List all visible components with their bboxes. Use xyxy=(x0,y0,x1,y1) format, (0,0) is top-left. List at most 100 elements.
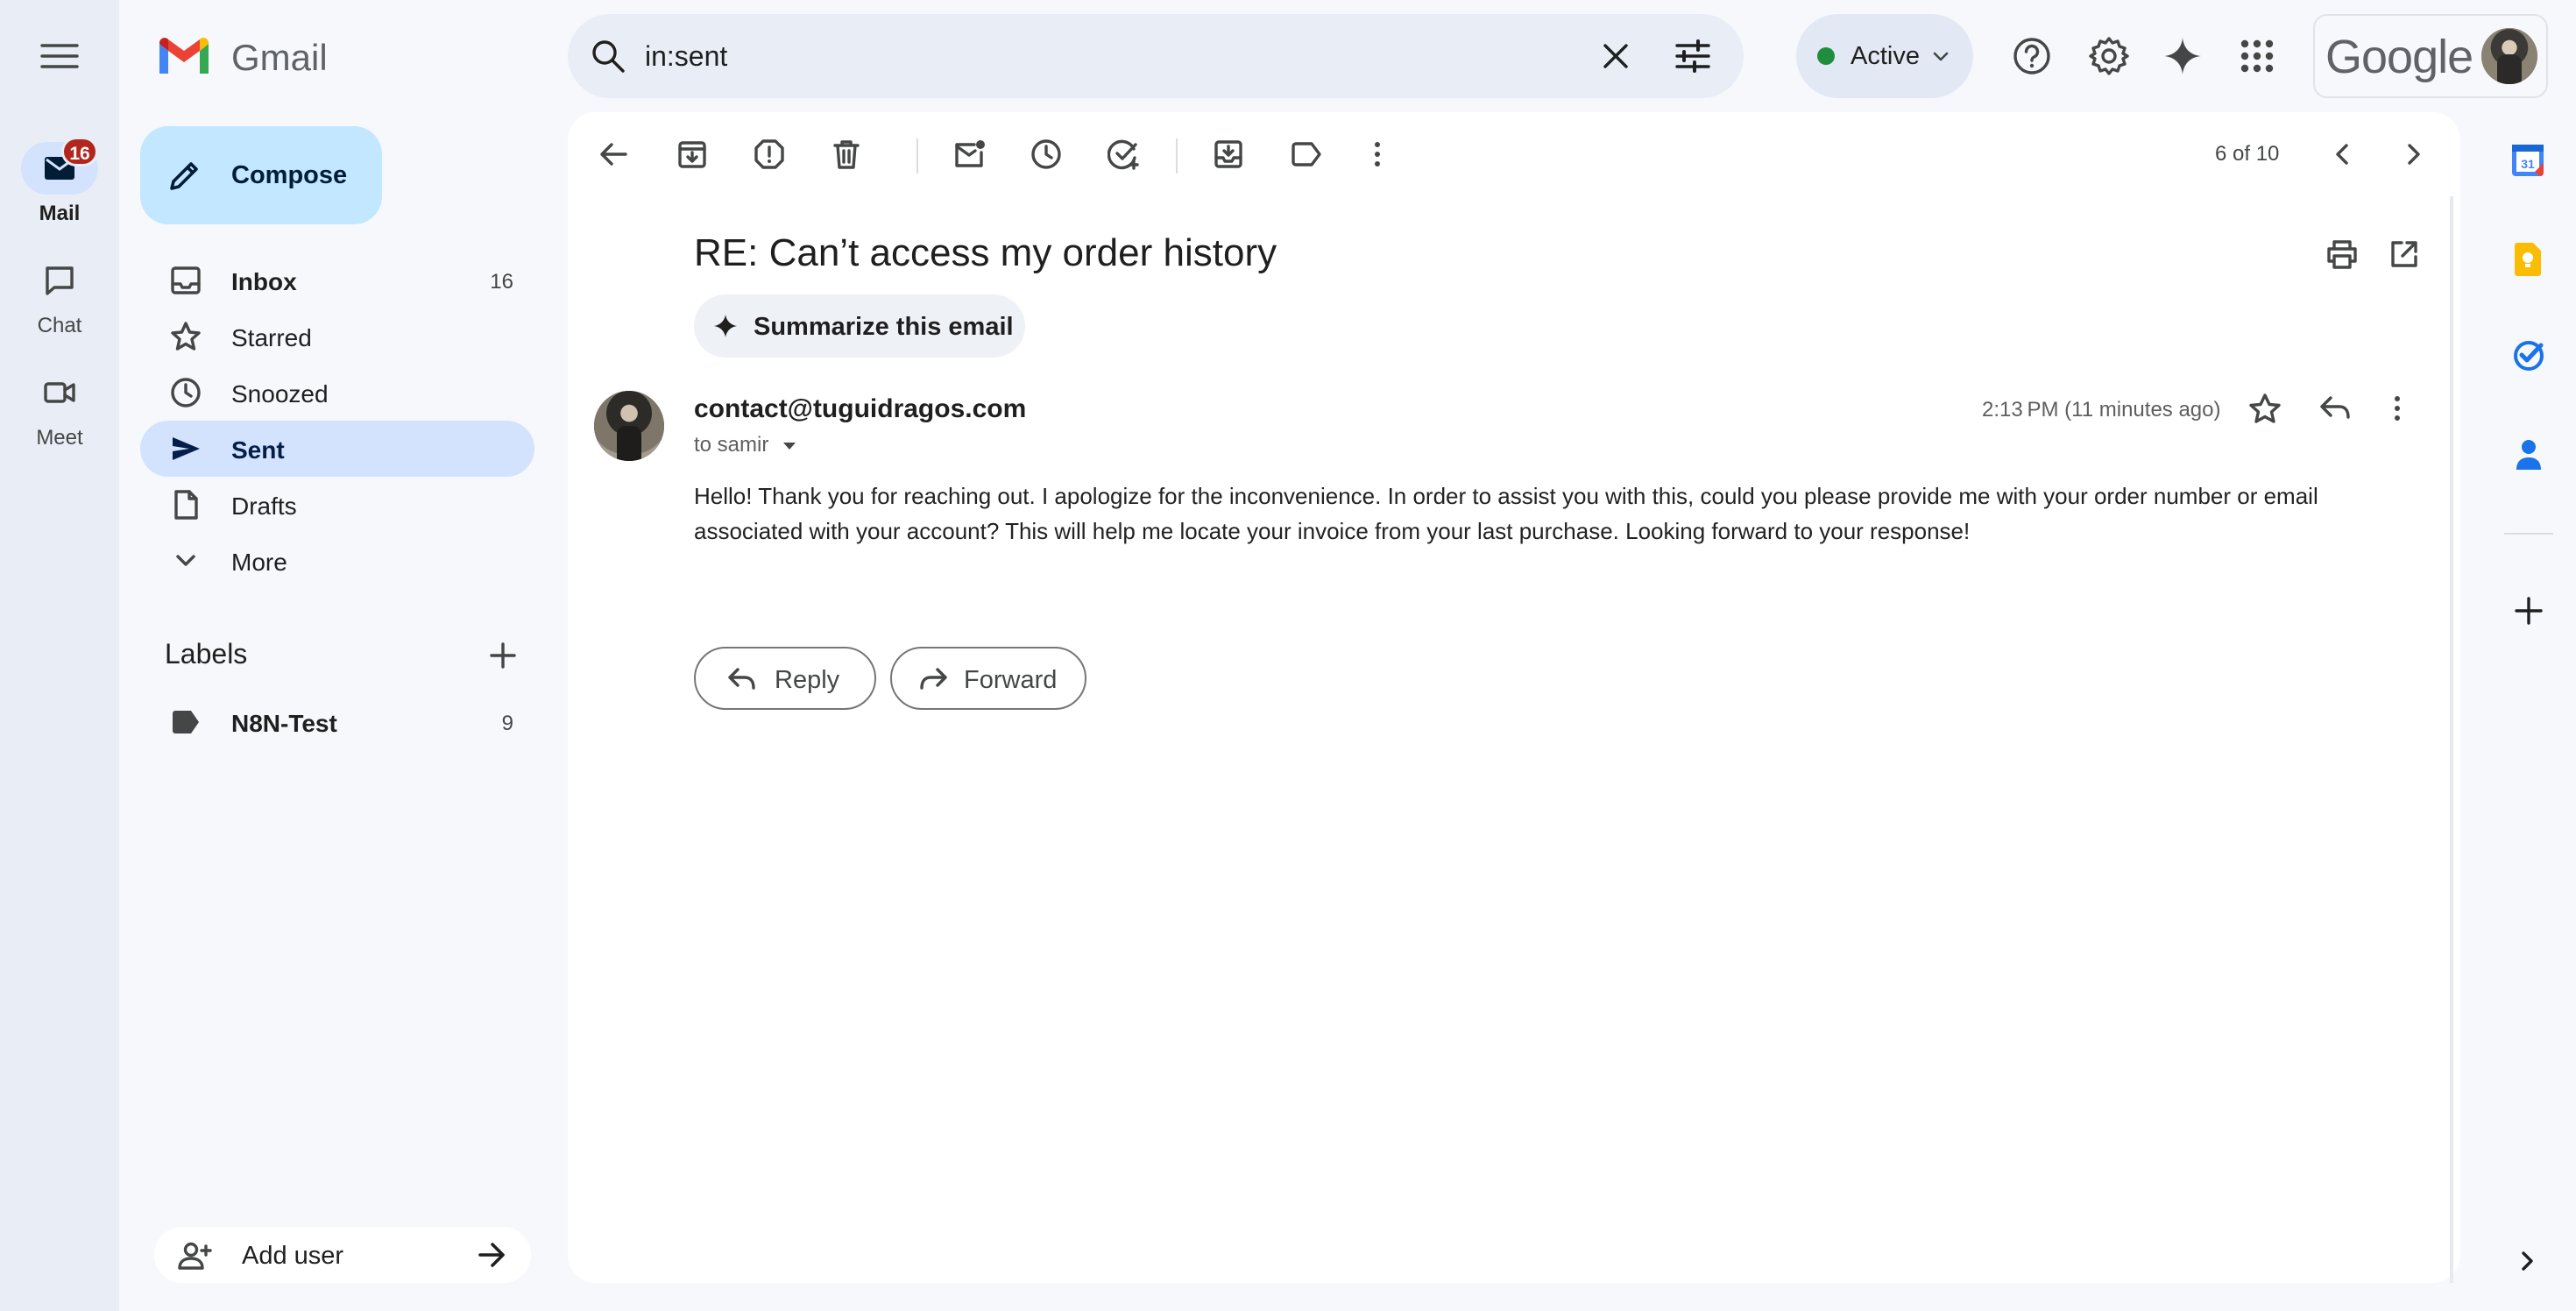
compose-label: Compose xyxy=(231,161,348,189)
side-panel-divider xyxy=(2504,533,2553,535)
show-side-panel-chevron-icon[interactable] xyxy=(2516,1248,2539,1274)
add-user-button[interactable]: Add user xyxy=(154,1227,531,1283)
sidebar-item-label: Sent xyxy=(231,436,285,464)
chat-icon xyxy=(46,266,74,295)
rail-chat[interactable]: Chat xyxy=(0,254,119,342)
scrollbar[interactable] xyxy=(2450,196,2453,1283)
rail-meet[interactable]: Meet xyxy=(0,366,119,454)
sidebar-item-label: Drafts xyxy=(231,493,297,520)
reply-button[interactable]: Reply xyxy=(694,647,876,710)
recipient-line[interactable]: to samir xyxy=(694,433,797,457)
archive-icon[interactable] xyxy=(676,138,708,170)
rail-mail-label: Mail xyxy=(39,202,81,225)
compose-button[interactable]: Compose xyxy=(140,126,382,224)
more-options-icon[interactable] xyxy=(1369,138,1386,170)
chevron-down-icon xyxy=(176,555,195,566)
email-subject: RE: Can’t access my order history xyxy=(694,231,1277,274)
labels-heading: Labels xyxy=(165,638,248,670)
clock-icon xyxy=(171,378,201,407)
reply-label: Reply xyxy=(775,666,840,694)
move-to-icon[interactable] xyxy=(1213,138,1244,170)
sidebar-item-inbox[interactable]: Inbox 16 xyxy=(140,252,534,308)
snooze-clock-icon[interactable] xyxy=(1030,138,1062,170)
forward-button[interactable]: Forward xyxy=(890,647,1086,710)
reply-arrow-icon xyxy=(728,668,755,690)
gemini-sparkle-icon[interactable] xyxy=(2162,36,2203,76)
hamburger-menu-icon xyxy=(40,44,79,68)
sidebar-item-sent[interactable]: Sent xyxy=(140,421,534,477)
svg-text:31: 31 xyxy=(2521,157,2535,171)
mark-unread-icon[interactable] xyxy=(953,138,987,170)
search-icon[interactable] xyxy=(589,37,627,75)
add-to-tasks-icon[interactable] xyxy=(1108,138,1141,170)
sidebar-label-n8n-test[interactable]: N8N-Test 9 xyxy=(140,694,534,750)
sidebar-item-drafts[interactable]: Drafts xyxy=(140,477,534,533)
email-more-options-icon[interactable] xyxy=(2388,393,2406,424)
send-icon xyxy=(173,437,200,460)
email-timestamp: 2:13 PM (11 minutes ago) xyxy=(1982,398,2221,422)
sidebar-item-label: More xyxy=(231,549,287,576)
sender-email[interactable]: contact@tuguidragos.com xyxy=(694,394,1026,424)
sidebar-item-label: Inbox xyxy=(231,268,297,295)
star-email-icon[interactable] xyxy=(2248,393,2282,426)
main-menu-button[interactable] xyxy=(39,39,81,74)
toolbar-divider xyxy=(916,138,918,174)
star-icon xyxy=(171,322,201,351)
add-user-label: Add user xyxy=(242,1242,344,1270)
reply-icon[interactable] xyxy=(2318,393,2352,424)
help-icon[interactable] xyxy=(2012,36,2052,76)
video-camera-icon xyxy=(44,382,75,403)
add-person-icon xyxy=(178,1242,212,1270)
gmail-logo[interactable]: Gmail xyxy=(156,33,331,79)
label-tag-icon xyxy=(173,711,199,733)
google-apps-icon[interactable] xyxy=(2240,39,2275,74)
calendar-app-icon[interactable]: 31 xyxy=(2511,142,2544,177)
recipient-text: to samir xyxy=(694,433,769,457)
gmail-wordmark: Gmail xyxy=(231,37,328,78)
sidebar-item-more[interactable]: More xyxy=(140,533,534,589)
left-rail: Mail 16 Chat Meet xyxy=(0,0,119,1311)
newer-chevron-left-icon[interactable] xyxy=(2329,138,2357,170)
forward-arrow-icon xyxy=(920,668,947,690)
toolbar-divider xyxy=(1176,138,1178,174)
open-in-new-window-icon[interactable] xyxy=(2388,238,2420,270)
rail-chat-label: Chat xyxy=(37,314,82,337)
tasks-app-icon[interactable] xyxy=(2513,340,2544,372)
draft-icon xyxy=(174,490,198,520)
get-addons-plus-icon[interactable] xyxy=(2514,596,2544,626)
status-dot-icon xyxy=(1817,47,1835,65)
back-arrow-icon[interactable] xyxy=(598,138,629,170)
rail-mail-badge: 16 xyxy=(61,137,98,167)
search-input[interactable]: in:sent xyxy=(645,40,727,73)
status-label: Active xyxy=(1851,41,1920,70)
sender-avatar[interactable] xyxy=(594,391,664,461)
rail-mail[interactable]: Mail xyxy=(0,142,119,230)
email-view: 6 of 10 RE: Can’t access my order histor… xyxy=(568,112,2460,1283)
search-options-icon[interactable] xyxy=(1674,39,1712,74)
trash-icon[interactable] xyxy=(831,138,862,170)
older-chevron-right-icon[interactable] xyxy=(2399,138,2427,170)
status-selector[interactable]: Active xyxy=(1796,14,1973,98)
sidebar-item-starred[interactable]: Starred xyxy=(140,308,534,365)
gmail-m-icon xyxy=(159,38,209,74)
sidebar-label-name: N8N-Test xyxy=(231,710,337,737)
search-bar[interactable]: in:sent xyxy=(568,14,1744,98)
settings-gear-icon[interactable] xyxy=(2088,35,2130,77)
report-spam-icon[interactable] xyxy=(754,138,785,170)
add-label-icon[interactable] xyxy=(489,641,517,670)
keep-app-icon[interactable] xyxy=(2513,242,2543,277)
contacts-app-icon[interactable] xyxy=(2515,438,2543,471)
google-wordmark: Google xyxy=(2325,31,2473,83)
sidebar-item-snoozed[interactable]: Snoozed xyxy=(140,365,534,421)
chevron-down-icon xyxy=(1933,52,1949,61)
pagination-text: 6 of 10 xyxy=(2215,142,2280,166)
recipient-details-dropdown-icon xyxy=(783,442,796,450)
print-icon[interactable] xyxy=(2325,238,2359,270)
label-icon[interactable] xyxy=(1290,138,1323,170)
summarize-email-button[interactable]: Summarize this email xyxy=(694,294,1025,358)
rail-meet-label: Meet xyxy=(36,426,83,450)
gemini-sparkle-icon xyxy=(714,315,737,337)
email-body: Hello! Thank you for reaching out. I apo… xyxy=(694,478,2324,549)
clear-search-icon[interactable] xyxy=(1600,40,1631,72)
email-body-line: associated with your account? This will … xyxy=(694,518,1971,544)
